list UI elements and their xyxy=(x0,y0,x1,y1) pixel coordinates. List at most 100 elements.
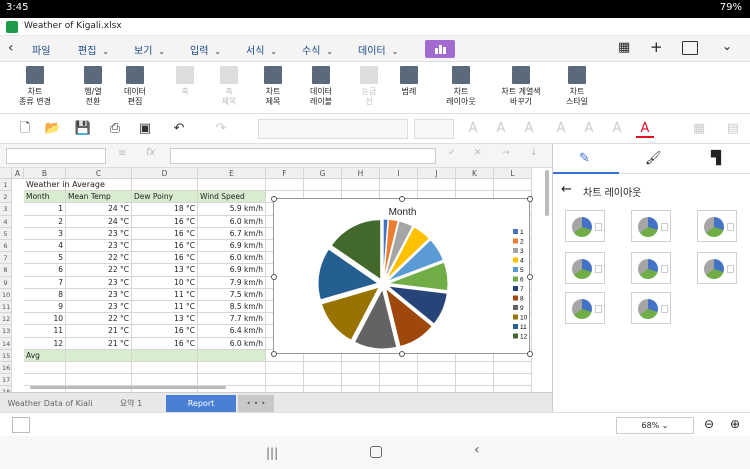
table-cell[interactable]: Mean Temp xyxy=(66,191,132,204)
table-cell[interactable]: 13 °C xyxy=(132,264,198,277)
tab-weather-data[interactable]: Weather Data of Kiali xyxy=(4,395,96,412)
edit-mode-icon[interactable] xyxy=(682,41,698,55)
selection-handle[interactable] xyxy=(527,351,533,357)
chart-layout-button[interactable]: 차트 레이아웃 xyxy=(436,66,486,107)
vertical-scrollbar[interactable] xyxy=(545,170,549,216)
table-cell[interactable]: 6.9 km/h xyxy=(198,240,266,253)
row-header[interactable]: 5 xyxy=(0,227,12,240)
menu-item-view[interactable]: 보기 ⌄ xyxy=(134,42,165,57)
table-cell[interactable] xyxy=(132,362,198,375)
table-cell[interactable]: 5 xyxy=(24,252,66,265)
table-cell[interactable]: 23 °C xyxy=(66,240,132,253)
table-cell[interactable]: 21 °C xyxy=(66,325,132,338)
row-header[interactable]: 7 xyxy=(0,252,12,265)
table-cell[interactable] xyxy=(456,362,494,375)
column-header[interactable]: I xyxy=(380,168,418,179)
row-header[interactable]: 14 xyxy=(0,337,12,350)
table-cell[interactable]: 24 °C xyxy=(66,203,132,216)
table-cell[interactable] xyxy=(418,179,456,192)
table-cell[interactable]: 9 xyxy=(24,301,66,314)
row-header[interactable]: 9 xyxy=(0,276,12,289)
column-header[interactable]: K xyxy=(456,168,494,179)
table-cell[interactable] xyxy=(266,374,304,387)
page-view-icon[interactable]: ▣ xyxy=(136,120,154,138)
table-cell[interactable] xyxy=(380,179,418,192)
confirm-icon[interactable]: ✓ xyxy=(448,148,456,158)
row-header[interactable]: 4 xyxy=(0,215,12,228)
recent-apps-icon[interactable]: ||| xyxy=(266,446,278,460)
home-icon[interactable] xyxy=(370,446,382,458)
chart-layout-option[interactable] xyxy=(697,252,737,284)
edit-data-button[interactable]: 데이터 편집 xyxy=(110,66,160,107)
table-cell[interactable] xyxy=(198,349,266,362)
column-header[interactable]: D xyxy=(132,168,198,179)
row-header[interactable]: 17 xyxy=(0,374,12,387)
font-style-icon[interactable]: A xyxy=(520,120,538,138)
table-cell[interactable]: 4 xyxy=(24,240,66,253)
table-cell[interactable]: 7.5 km/h xyxy=(198,288,266,301)
table-cell[interactable]: 2 xyxy=(24,215,66,228)
chart-style-button[interactable]: 차트 스타일 xyxy=(552,66,602,107)
move-down-icon[interactable]: ↓ xyxy=(530,148,538,158)
row-header[interactable]: 3 xyxy=(0,203,12,216)
table-cell[interactable] xyxy=(494,374,532,387)
table-cell[interactable] xyxy=(418,374,456,387)
selection-handle[interactable] xyxy=(527,274,533,280)
save-icon[interactable]: 💾 xyxy=(74,120,92,138)
table-cell[interactable]: 6.9 km/h xyxy=(198,264,266,277)
table-cell[interactable] xyxy=(24,362,66,375)
print-icon[interactable]: ⎙ xyxy=(106,120,124,138)
column-header[interactable]: A xyxy=(12,168,24,179)
underline-icon[interactable]: A xyxy=(552,120,570,138)
horizontal-scrollbar[interactable] xyxy=(30,386,226,389)
table-cell[interactable]: 6 xyxy=(24,264,66,277)
row-header[interactable]: 6 xyxy=(0,240,12,253)
change-series-color-button[interactable]: 차트 계열색 바꾸기 xyxy=(496,66,546,107)
row-header[interactable]: 16 xyxy=(0,362,12,375)
chart-layout-option[interactable] xyxy=(631,292,671,324)
move-right-icon[interactable]: → xyxy=(502,148,510,158)
table-cell[interactable]: 11 xyxy=(24,325,66,338)
table-cell[interactable]: 22 °C xyxy=(66,264,132,277)
zoom-select[interactable]: 68% ⌄ xyxy=(616,417,694,434)
selection-handle[interactable] xyxy=(399,196,405,202)
border-icon[interactable]: ▦ xyxy=(690,120,708,138)
table-cell[interactable] xyxy=(456,374,494,387)
row-header[interactable]: 8 xyxy=(0,264,12,277)
table-cell[interactable]: 6.4 km/h xyxy=(198,325,266,338)
table-cell[interactable]: 23 °C xyxy=(66,288,132,301)
name-box[interactable] xyxy=(6,148,106,164)
table-cell[interactable]: 6.0 km/h xyxy=(198,215,266,228)
chart-object[interactable]: Month 1 2 3 4 5 6 7 8 9 10 11 12 xyxy=(271,196,533,357)
selection-handle[interactable] xyxy=(271,351,277,357)
function-icon[interactable]: ≡ xyxy=(118,148,126,159)
table-cell[interactable]: 16 °C xyxy=(132,215,198,228)
menu-item-insert[interactable]: 입력 ⌄ xyxy=(190,42,221,57)
row-header[interactable]: 1 xyxy=(0,179,12,192)
table-cell[interactable]: 10 °C xyxy=(132,276,198,289)
table-cell[interactable] xyxy=(198,374,266,387)
table-cell[interactable]: 24 °C xyxy=(66,215,132,228)
table-cell[interactable] xyxy=(198,179,266,192)
strikethrough-icon[interactable]: A xyxy=(580,120,598,138)
table-cell[interactable]: 11 °C xyxy=(132,288,198,301)
table-cell[interactable] xyxy=(132,179,198,192)
table-cell[interactable]: 21 °C xyxy=(66,337,132,350)
table-cell[interactable]: Month xyxy=(24,191,66,204)
table-cell[interactable]: 16 °C xyxy=(132,252,198,265)
table-cell[interactable]: 6.0 km/h xyxy=(198,252,266,265)
column-header[interactable]: L xyxy=(494,168,532,179)
back-arrow-icon[interactable]: ← xyxy=(561,182,572,197)
column-header[interactable]: G xyxy=(304,168,342,179)
table-cell[interactable]: Weather in Average xyxy=(24,179,105,192)
row-header[interactable]: 2 xyxy=(0,191,12,204)
selection-handle[interactable] xyxy=(271,274,277,280)
menu-item-file[interactable]: 파일 xyxy=(32,42,50,57)
table-cell[interactable]: Avg xyxy=(24,349,66,362)
tab-chart-options[interactable]: ✎ xyxy=(553,144,619,174)
new-document-icon[interactable]: 🗋 xyxy=(16,120,34,138)
table-cell[interactable] xyxy=(304,374,342,387)
row-header[interactable]: 13 xyxy=(0,325,12,338)
table-cell[interactable] xyxy=(380,362,418,375)
column-header[interactable]: E xyxy=(198,168,266,179)
